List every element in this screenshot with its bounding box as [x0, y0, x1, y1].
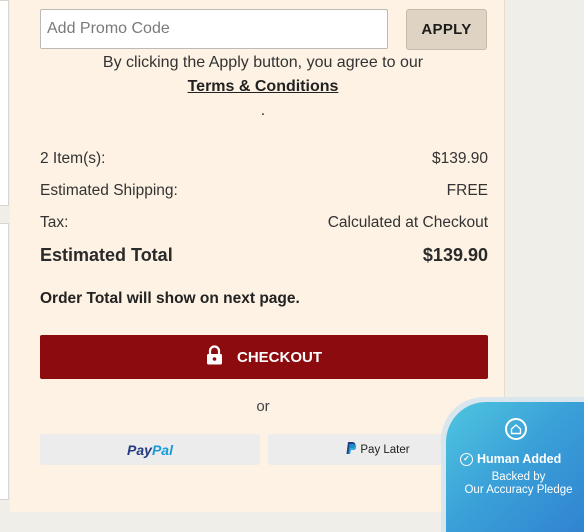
- badge-subtitle-2: Our Accuracy Pledge: [464, 484, 573, 496]
- badge-title-text: Human Added: [477, 452, 562, 466]
- badge-subtitle-1: Backed by: [491, 471, 546, 483]
- paypal-p-icon: [346, 442, 357, 457]
- or-divider: or: [256, 398, 270, 415]
- checkout-button[interactable]: CHECKOUT: [40, 335, 488, 379]
- shield-home-icon: [505, 418, 527, 440]
- items-row: 2 Item(s): $139.90: [40, 150, 488, 168]
- pay-later-label: Pay Later: [360, 443, 410, 456]
- paypal-button[interactable]: Pay Pal: [40, 434, 260, 465]
- agreement-text: By clicking the Apply button, you agree …: [102, 54, 424, 71]
- order-summary-panel: APPLY By clicking the Apply button, you …: [10, 0, 505, 512]
- shipping-row: Estimated Shipping: FREE: [40, 182, 488, 200]
- human-added-badge[interactable]: ✓ Human Added Backed by Our Accuracy Ple…: [446, 402, 584, 532]
- tax-value: Calculated at Checkout: [327, 214, 488, 231]
- terms-link[interactable]: Terms & Conditions: [10, 78, 516, 96]
- shipping-value: FREE: [446, 182, 488, 199]
- shipping-label: Estimated Shipping:: [40, 182, 178, 199]
- lock-icon: [206, 345, 223, 369]
- order-total-note: Order Total will show on next page.: [40, 290, 300, 307]
- total-row: Estimated Total $139.90: [40, 245, 488, 266]
- tax-row: Tax: Calculated at Checkout: [40, 214, 488, 232]
- left-card-edge: [0, 223, 9, 500]
- paypal-logo-part1: Pay: [127, 441, 152, 458]
- items-label: 2 Item(s):: [40, 150, 106, 167]
- items-value: $139.90: [431, 150, 488, 167]
- apply-button[interactable]: APPLY: [406, 9, 487, 50]
- check-circle-icon: ✓: [460, 452, 473, 466]
- total-value: $139.90: [422, 245, 488, 265]
- total-label: Estimated Total: [40, 245, 173, 265]
- badge-title: ✓ Human Added: [460, 452, 561, 466]
- paypal-logo-part2: Pal: [151, 441, 173, 458]
- agreement-dot: .: [260, 102, 266, 119]
- tax-label: Tax:: [40, 214, 69, 231]
- left-card-edge: [0, 0, 9, 206]
- promo-code-input[interactable]: [40, 9, 388, 49]
- checkout-label: CHECKOUT: [237, 348, 322, 366]
